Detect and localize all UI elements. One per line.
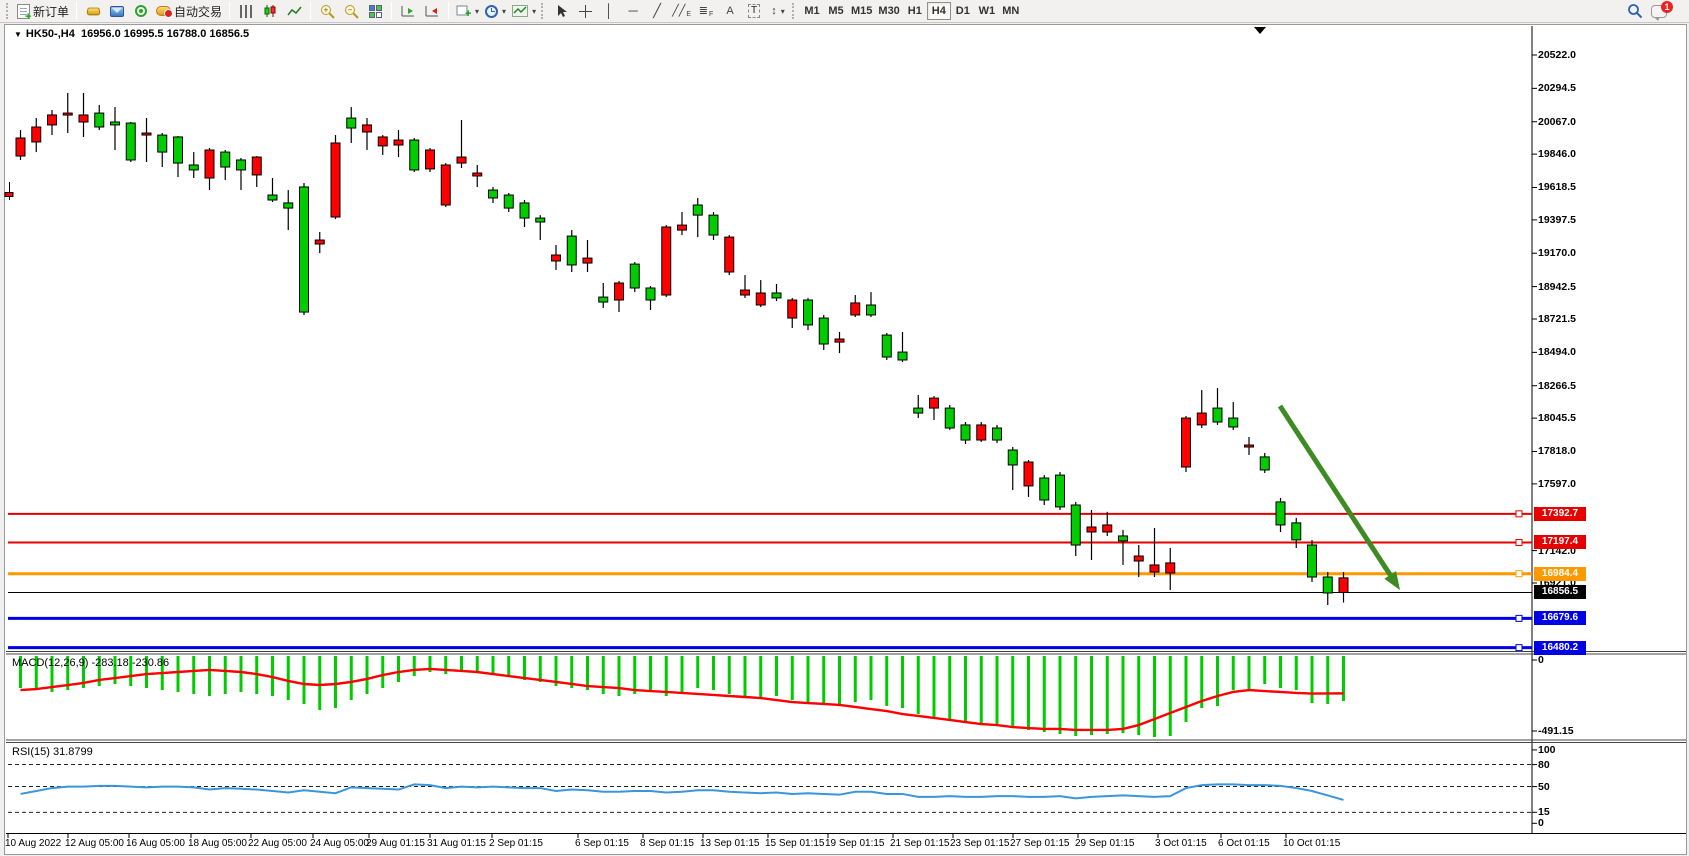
new-chart-icon: + xyxy=(456,4,471,18)
signal-button[interactable] xyxy=(129,1,153,21)
tf-m15[interactable]: M15 xyxy=(848,2,875,20)
horizontal-line-icon: ─ xyxy=(628,4,637,18)
new-order-label: 新订单 xyxy=(33,3,69,20)
trading-terminal: + 新订单 自动交易 + − xyxy=(0,0,1689,856)
zoom-in-button[interactable]: + xyxy=(315,1,339,21)
search-button[interactable] xyxy=(1623,1,1647,21)
chart-symbol-period: HK50-,H4 xyxy=(26,28,75,40)
periods-button[interactable]: ▾ xyxy=(482,1,509,21)
toolbar-separator xyxy=(76,2,77,20)
indicators-icon xyxy=(512,4,528,18)
channel-icon: ╱╱ xyxy=(672,4,685,18)
zoom-in-icon: + xyxy=(320,4,335,19)
tf-mn[interactable]: MN xyxy=(999,2,1023,20)
tf-h4-active[interactable]: H4 xyxy=(927,2,951,20)
new-order-icon: + xyxy=(17,4,30,19)
signal-icon xyxy=(135,5,147,17)
toolbar-separator xyxy=(310,2,311,20)
chat-button[interactable]: 1 xyxy=(1647,1,1671,21)
zoom-out-button[interactable]: − xyxy=(339,1,363,21)
chart-window[interactable] xyxy=(4,24,1687,855)
autotrade-button[interactable]: 自动交易 xyxy=(153,1,225,21)
main-toolbar: + 新订单 自动交易 + − xyxy=(0,0,1689,23)
toolbar-grip[interactable] xyxy=(541,3,545,19)
zoom-out-icon: − xyxy=(344,4,359,19)
text-label-icon: T xyxy=(748,4,760,18)
horizontal-line-tool-button[interactable]: ─ xyxy=(621,1,645,21)
tf-m1[interactable]: M1 xyxy=(800,2,824,20)
trendline-icon: ╱ xyxy=(653,4,661,18)
arrows-tool-icon: ↕ xyxy=(771,4,777,18)
chart-ohlc-values: 16956.0 16995.5 16788.0 16856.5 xyxy=(81,28,249,40)
collapse-triangle-icon: ▼ xyxy=(14,30,22,39)
tf-m5[interactable]: M5 xyxy=(824,2,848,20)
line-chart-icon xyxy=(287,5,302,18)
candlestick-chart-icon xyxy=(263,4,277,18)
text-tool-icon: A xyxy=(726,4,733,18)
toolbar-grip[interactable] xyxy=(6,3,10,19)
text-tool-button[interactable]: A xyxy=(718,1,742,21)
indicators-button[interactable]: ▾ xyxy=(509,1,539,21)
chart-title: ▼ HK50-,H4 16956.0 16995.5 16788.0 16856.… xyxy=(14,28,249,40)
notification-badge: 1 xyxy=(1661,1,1673,13)
chat-icon: 1 xyxy=(1651,5,1667,18)
auto-scroll-icon xyxy=(400,4,416,18)
autotrade-icon xyxy=(156,6,171,16)
tf-d1[interactable]: D1 xyxy=(951,2,975,20)
tile-windows-button[interactable] xyxy=(363,1,387,21)
chart-shift-button[interactable] xyxy=(420,1,444,21)
gold-icon xyxy=(86,8,101,16)
bar-chart-icon xyxy=(240,5,253,18)
mailbox-button[interactable] xyxy=(105,1,129,21)
mailbox-icon xyxy=(110,6,124,17)
svg-text:+: + xyxy=(323,5,328,14)
fibonacci-tool-button[interactable]: ≣ F xyxy=(694,1,718,21)
tf-h1[interactable]: H1 xyxy=(903,2,927,20)
periods-clock-icon xyxy=(485,5,498,18)
toolbar-separator xyxy=(229,2,230,20)
tile-windows-icon xyxy=(369,5,382,18)
chart-shift-icon xyxy=(424,4,440,18)
toolbar-separator xyxy=(391,2,392,20)
channel-tool-button[interactable]: ╱╱ E xyxy=(669,1,694,21)
gold-button[interactable] xyxy=(81,1,105,21)
auto-scroll-button[interactable] xyxy=(396,1,420,21)
tf-w1[interactable]: W1 xyxy=(975,2,999,20)
new-chart-button[interactable]: + ▾ xyxy=(453,1,482,21)
cursor-icon xyxy=(555,4,568,18)
crosshair-icon xyxy=(578,4,593,19)
toolbar-separator xyxy=(448,2,449,20)
new-order-button[interactable]: + 新订单 xyxy=(14,1,72,21)
bar-chart-button[interactable] xyxy=(234,1,258,21)
line-chart-button[interactable] xyxy=(282,1,306,21)
arrows-tool-button[interactable]: ↕ ▾ xyxy=(766,1,790,21)
cursor-tool-button[interactable] xyxy=(549,1,573,21)
text-label-tool-button[interactable]: T xyxy=(742,1,766,21)
vertical-line-icon: │ xyxy=(605,4,613,18)
svg-text:+: + xyxy=(465,8,471,18)
svg-text:−: − xyxy=(347,5,352,14)
search-icon xyxy=(1627,3,1643,19)
autotrade-label: 自动交易 xyxy=(174,3,222,20)
fibonacci-icon: ≣ xyxy=(699,4,708,18)
trendline-tool-button[interactable]: ╱ xyxy=(645,1,669,21)
tf-m30[interactable]: M30 xyxy=(875,2,902,20)
candlestick-chart-button[interactable] xyxy=(258,1,282,21)
vertical-line-tool-button[interactable]: │ xyxy=(597,1,621,21)
toolbar-grip[interactable] xyxy=(792,3,796,19)
crosshair-tool-button[interactable] xyxy=(573,1,597,21)
